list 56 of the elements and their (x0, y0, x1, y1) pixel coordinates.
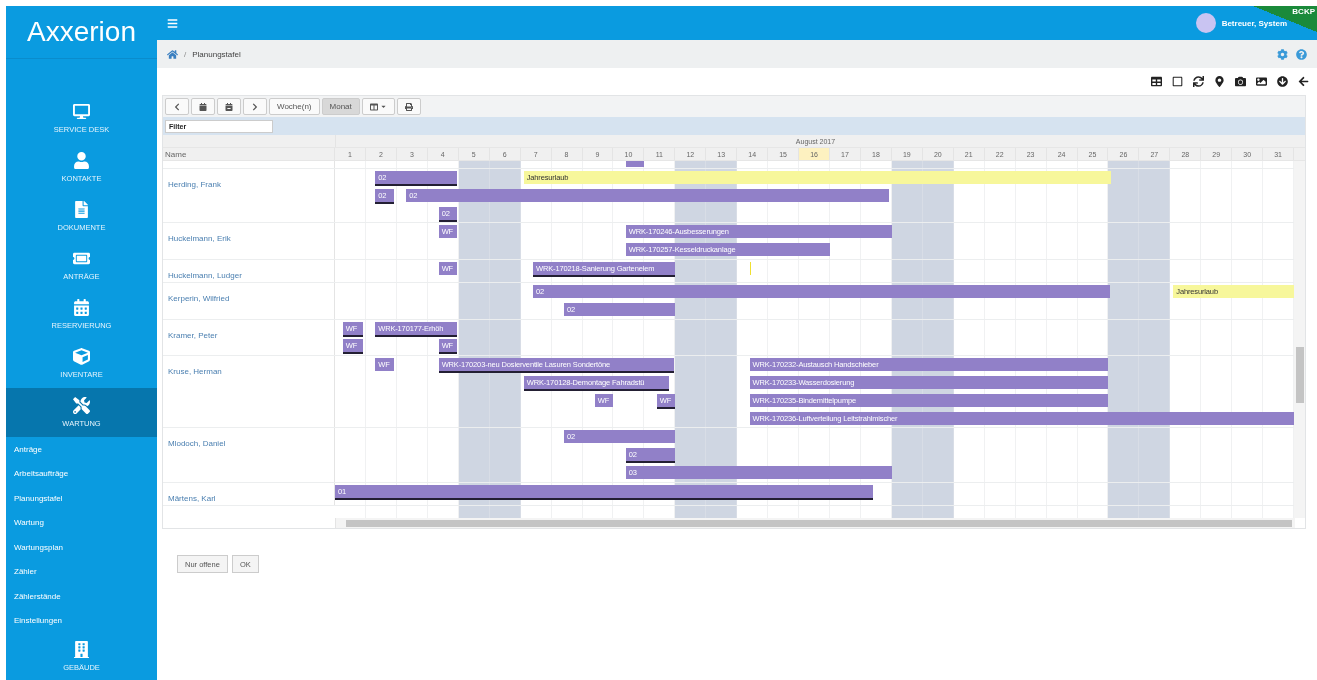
person-link[interactable]: Kruse, Herman (168, 367, 222, 377)
refresh-icon[interactable] (1193, 76, 1204, 87)
vertical-scrollbar[interactable] (1294, 161, 1305, 518)
submenu-item[interactable]: Einstellungen (6, 608, 157, 633)
document-icon (73, 201, 90, 219)
pin-icon[interactable] (1214, 76, 1225, 87)
image-icon[interactable] (1256, 76, 1267, 87)
horizontal-scrollbar[interactable] (336, 518, 1295, 528)
view-toggle[interactable]: Monat (321, 98, 360, 115)
print-icon (404, 102, 413, 111)
menu-icon[interactable] (167, 17, 178, 29)
person-link[interactable]: Märtens, Karl (168, 493, 216, 503)
caret-icon (379, 103, 387, 110)
person-link[interactable]: Herding, Frank (168, 180, 221, 189)
submenu-item[interactable]: Arbeitsaufträge (6, 461, 157, 487)
next-button[interactable] (243, 98, 267, 115)
breadcrumb-current: Planungstafel (192, 49, 241, 59)
settings-icon[interactable] (1277, 48, 1288, 60)
submenu-item[interactable]: Anträge (6, 437, 157, 462)
columns-dropdown[interactable] (361, 98, 395, 115)
print-button[interactable] (396, 98, 421, 115)
person-link[interactable]: Mlodoch, Daniel (168, 439, 226, 449)
avatar (1195, 13, 1216, 33)
calendar-icon (199, 102, 207, 111)
camera-icon[interactable] (1235, 76, 1246, 87)
column-header: Name (163, 148, 335, 160)
back-icon[interactable] (1298, 76, 1309, 87)
grid-icon[interactable] (1151, 76, 1162, 87)
submenu-item[interactable]: Wartung (6, 510, 157, 535)
person-link[interactable]: Huckelmann, Erik (168, 234, 231, 244)
building-icon (73, 640, 90, 658)
chevron-right-icon (251, 102, 259, 111)
home-icon[interactable] (167, 48, 178, 60)
calendar-button[interactable] (191, 98, 215, 115)
calendar-icon (73, 299, 90, 317)
calendar-icon (225, 102, 233, 111)
user-menu[interactable]: Betreuer, System (1195, 13, 1287, 33)
cube-icon (73, 348, 90, 366)
columns-icon (369, 102, 378, 111)
previous-button[interactable] (165, 98, 189, 115)
monitor-icon (73, 103, 90, 121)
view-toggle[interactable]: Woche(n) (269, 98, 320, 115)
breadcrumb-separator: / (184, 49, 187, 59)
help-icon[interactable] (1296, 48, 1307, 60)
submenu-item[interactable]: Planungstafel (6, 486, 157, 511)
download-icon[interactable] (1277, 76, 1288, 87)
person-link[interactable]: Kramer, Peter (168, 330, 218, 340)
person-link[interactable]: Kerperin, Wilfried (168, 294, 230, 303)
chevron-left-icon (173, 102, 181, 111)
submenu-item[interactable]: Zähler (6, 559, 157, 584)
person-icon (73, 152, 90, 170)
tools-icon (73, 397, 90, 415)
submenu-item[interactable]: Wartungsplan (6, 534, 157, 560)
person-link[interactable]: Huckelmann, Ludger (168, 271, 242, 280)
calendar-button[interactable] (217, 98, 241, 115)
submenu-item[interactable]: Zählerstände (6, 583, 157, 609)
